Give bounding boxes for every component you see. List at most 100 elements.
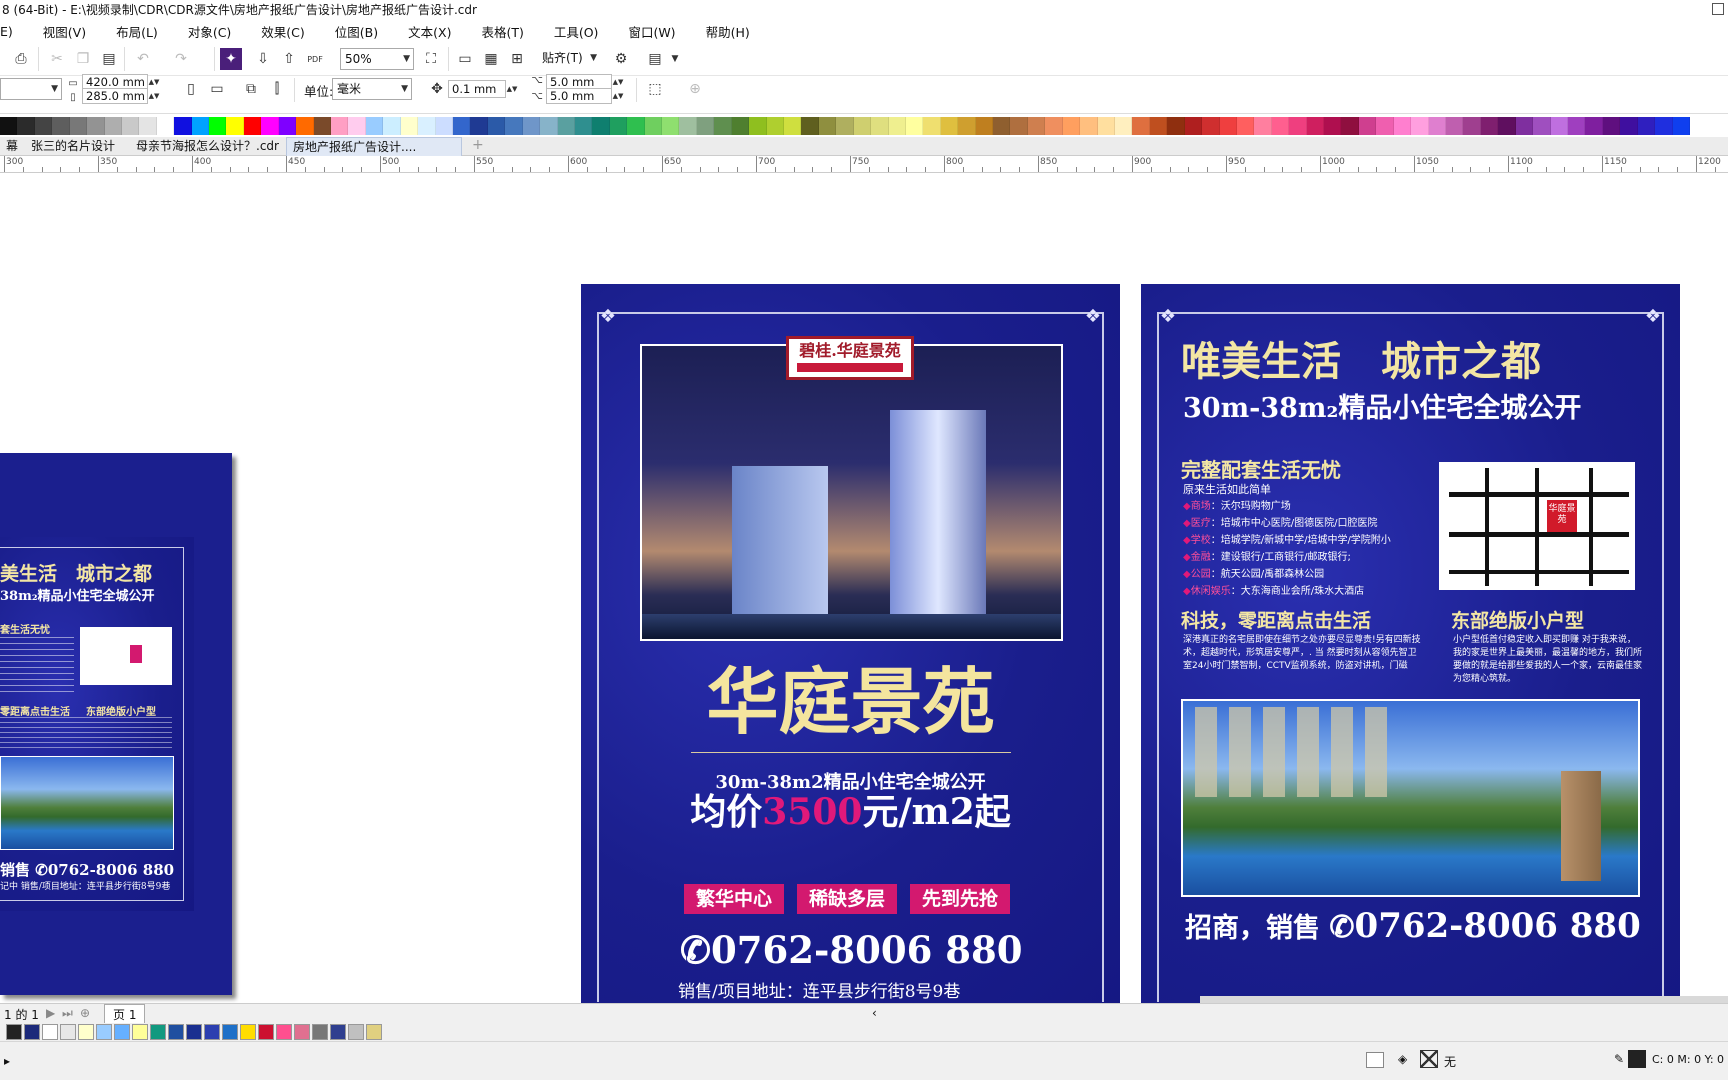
palette-swatch[interactable] [1620,117,1638,135]
palette-swatch[interactable] [1602,117,1621,135]
tab-mothers-day-poster[interactable]: 母亲节海报怎么设计？.cdr [130,137,285,156]
palette-swatch[interactable] [1219,117,1237,135]
palette-swatch[interactable] [1585,117,1603,135]
palette-swatch[interactable] [557,117,575,135]
palette-swatch[interactable] [348,117,366,135]
palette-swatch[interactable] [1097,117,1115,135]
palette-swatch[interactable] [226,117,244,135]
palette-swatch[interactable] [905,117,924,135]
palette-swatch[interactable] [383,117,401,135]
palette-swatch[interactable] [174,117,192,135]
application-launcher-icon[interactable]: ▤ [644,48,666,70]
palette-swatch[interactable] [592,117,610,135]
new-tab-plus-icon[interactable]: + [466,137,490,156]
import-icon[interactable]: ⇩ [252,48,274,70]
palette-swatch[interactable] [505,117,523,135]
palette-swatch[interactable] [609,117,628,135]
palette-swatch[interactable] [121,117,140,135]
document-palette-swatch[interactable] [168,1024,184,1040]
document-palette-swatch[interactable] [6,1024,22,1040]
menu-object[interactable]: 对象(C) [169,22,242,41]
palette-swatch[interactable] [1672,117,1690,135]
nudge-distance-field[interactable]: 0.1 mm [448,80,506,98]
palette-swatch[interactable] [365,117,384,135]
palette-swatch[interactable] [1149,117,1168,135]
palette-swatch[interactable] [296,117,314,135]
palette-swatch[interactable] [209,117,227,135]
full-screen-icon[interactable]: ⛶ [420,48,442,70]
document-palette-swatch[interactable] [96,1024,112,1040]
palette-swatch[interactable] [1167,117,1185,135]
palette-swatch[interactable] [69,117,88,135]
document-palette-swatch[interactable] [330,1024,346,1040]
palette-swatch[interactable] [1010,117,1028,135]
chevron-down-icon[interactable]: ▼ [664,48,686,70]
palette-swatch[interactable] [923,117,941,135]
menu-view[interactable]: 视图(V) [24,22,97,41]
palette-swatch[interactable] [783,117,802,135]
palette-swatch[interactable] [1358,117,1377,135]
nudge-spinner[interactable]: ▲▼ [506,80,518,98]
palette-swatch[interactable] [261,117,279,135]
palette-swatch[interactable] [1533,117,1551,135]
palette-swatch[interactable] [1411,117,1429,135]
menu-effects[interactable]: 效果(C) [242,22,315,41]
palette-swatch[interactable] [435,117,453,135]
fill-tool-icon[interactable]: ◈ [1398,1052,1407,1066]
palette-swatch[interactable] [1045,117,1063,135]
palette-swatch[interactable] [87,117,105,135]
search-content-icon[interactable]: ✦ [220,48,242,70]
palette-swatch[interactable] [714,117,732,135]
pdf-export-icon[interactable]: PDF [304,48,326,70]
last-page-icon[interactable]: ⏭ [62,1006,73,1021]
document-palette-swatch[interactable] [114,1024,130,1040]
page-height-field[interactable]: 285.0 mm [82,88,148,104]
palette-swatch[interactable] [313,117,332,135]
menu-layout[interactable]: 布局(L) [97,22,169,41]
palette-swatch[interactable] [52,117,70,135]
palette-swatch[interactable] [836,117,854,135]
document-palette-swatch[interactable] [204,1024,220,1040]
print-icon[interactable]: ⎙ [10,48,32,70]
document-palette-swatch[interactable] [348,1024,364,1040]
palette-swatch[interactable] [696,117,715,135]
menu-table[interactable]: 表格(T) [462,22,534,41]
scroll-left-icon[interactable]: ‹ [872,1006,877,1020]
show-guidelines-icon[interactable]: ⊞ [506,48,528,70]
duplicate-y-spinner[interactable]: ▲▼ [612,88,624,104]
tab-business-card[interactable]: 张三的名片设计 [25,137,121,156]
document-palette-swatch[interactable] [366,1024,382,1040]
palette-swatch[interactable] [1080,117,1098,135]
palette-swatch[interactable] [766,117,784,135]
units-select[interactable]: 毫米 ▼ [332,78,412,100]
add-page-icon[interactable]: ⊕ [684,78,706,100]
palette-swatch[interactable] [452,117,471,135]
snap-to-menu[interactable]: 贴齐(T) ▼ [538,48,600,70]
palette-swatch[interactable] [522,117,541,135]
page-tab[interactable]: 页 1 [104,1004,146,1024]
palette-swatch[interactable] [1515,117,1534,135]
portrait-icon[interactable]: ▯ [180,78,202,100]
show-rulers-icon[interactable]: ▭ [454,48,476,70]
palette-swatch[interactable] [1341,117,1359,135]
horizontal-scrollbar-thumb[interactable] [1200,996,1728,1003]
document-palette-swatch[interactable] [222,1024,238,1040]
document-palette-swatch[interactable] [186,1024,202,1040]
palette-swatch[interactable] [818,117,837,135]
palette-swatch[interactable] [679,117,697,135]
palette-swatch[interactable] [1324,117,1342,135]
palette-swatch[interactable] [17,117,35,135]
palette-swatch[interactable] [1480,117,1499,135]
document-palette-swatch[interactable] [276,1024,292,1040]
export-icon[interactable]: ⇧ [278,48,300,70]
palette-swatch[interactable] [470,117,488,135]
palette-swatch[interactable] [1184,117,1203,135]
palette-swatch[interactable] [1062,117,1081,135]
palette-swatch[interactable] [139,117,157,135]
tab-real-estate-ad[interactable]: 房地产报纸广告设计.... [286,137,462,156]
palette-swatch[interactable] [1463,117,1481,135]
show-grid-icon[interactable]: ▦ [480,48,502,70]
palette-swatch[interactable] [1115,117,1133,135]
palette-swatch[interactable] [627,117,645,135]
palette-swatch[interactable] [487,117,506,135]
